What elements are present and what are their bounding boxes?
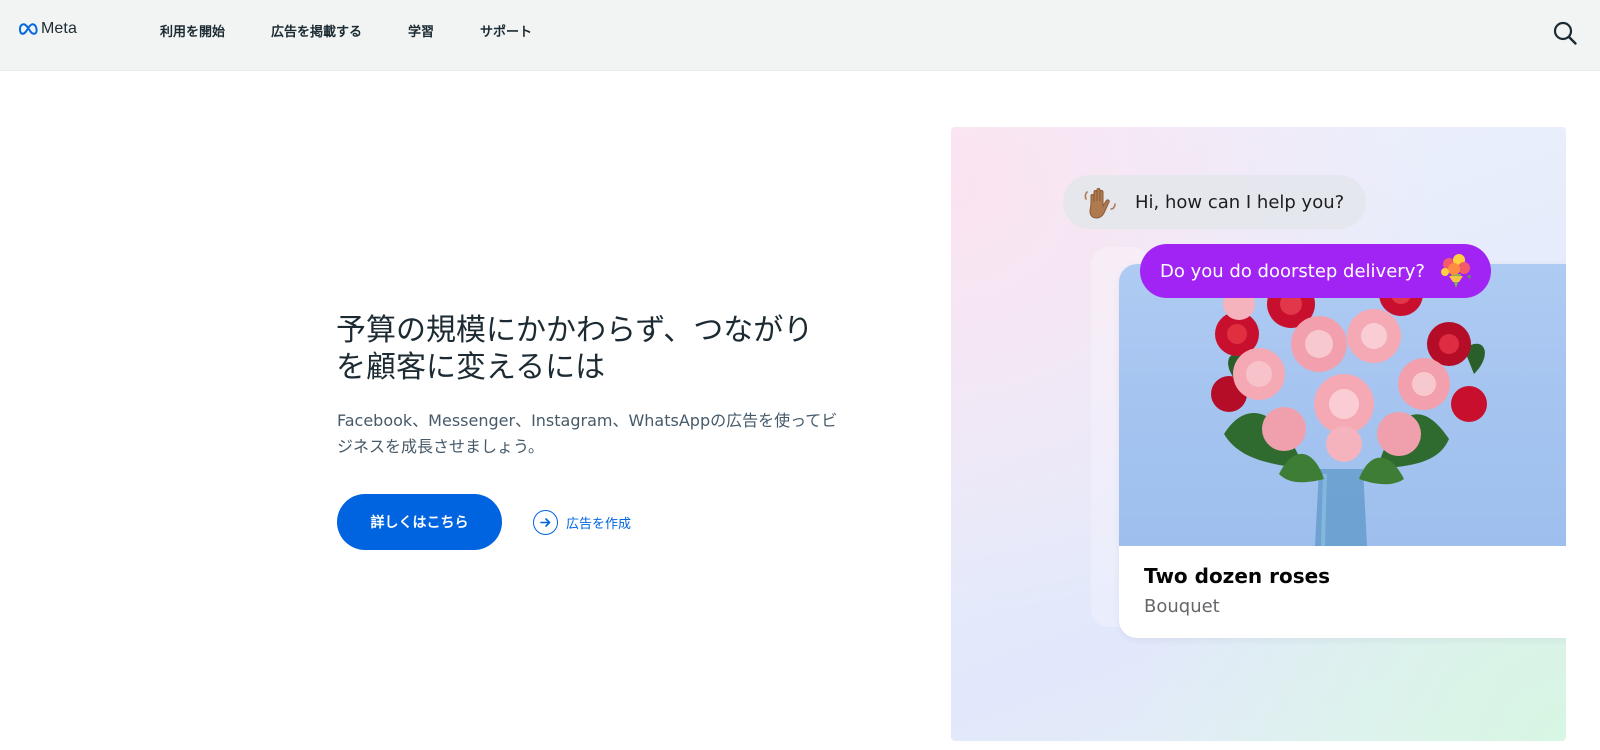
outgoing-message-bubble: Do you do doorstep delivery?	[1140, 244, 1491, 298]
nav-item-advertise[interactable]: 広告を掲載する	[271, 21, 362, 40]
search-button[interactable]	[1552, 20, 1578, 46]
waving-hand-icon	[1084, 188, 1116, 219]
learn-more-button[interactable]: 詳しくはこちら	[337, 494, 502, 550]
incoming-message-bubble: Hi, how can I help you?	[1063, 175, 1367, 229]
meta-logo[interactable]: Meta	[18, 18, 77, 40]
product-name: Two dozen roses	[1144, 564, 1331, 588]
rose-bouquet-icon	[1211, 266, 1487, 546]
nav-item-learn[interactable]: 学習	[408, 21, 434, 40]
incoming-message-text: Hi, how can I help you?	[1135, 191, 1345, 213]
top-navigation-bar: Meta 利用を開始 広告を掲載する 学習 サポート	[0, 0, 1600, 71]
arrow-right-circle-icon	[533, 510, 558, 535]
nav-item-support[interactable]: サポート	[480, 21, 532, 40]
product-card: Two dozen roses Bouquet	[1119, 264, 1566, 638]
bouquet-icon	[1440, 254, 1471, 288]
search-icon	[1553, 21, 1577, 45]
nav-item-get-started[interactable]: 利用を開始	[160, 21, 225, 40]
hero-title: 予算の規模にかかわらず、つながりを顧客に変えるには	[336, 313, 814, 385]
hero-illustration: Hi, how can I help you? Two dozen roses …	[951, 127, 1566, 741]
outgoing-message-text: Do you do doorstep delivery?	[1160, 260, 1425, 282]
product-image	[1119, 264, 1566, 546]
hero-subtitle: Facebook、Messenger、Instagram、WhatsAppの広告…	[337, 411, 838, 456]
product-type: Bouquet	[1144, 596, 1220, 617]
meta-infinity-icon	[19, 23, 38, 35]
create-ad-label: 広告を作成	[566, 517, 632, 532]
main-nav: 利用を開始 広告を掲載する 学習 サポート	[160, 0, 578, 60]
logo-text: Meta	[41, 20, 77, 37]
create-ad-link[interactable]: 広告を作成	[533, 510, 631, 535]
